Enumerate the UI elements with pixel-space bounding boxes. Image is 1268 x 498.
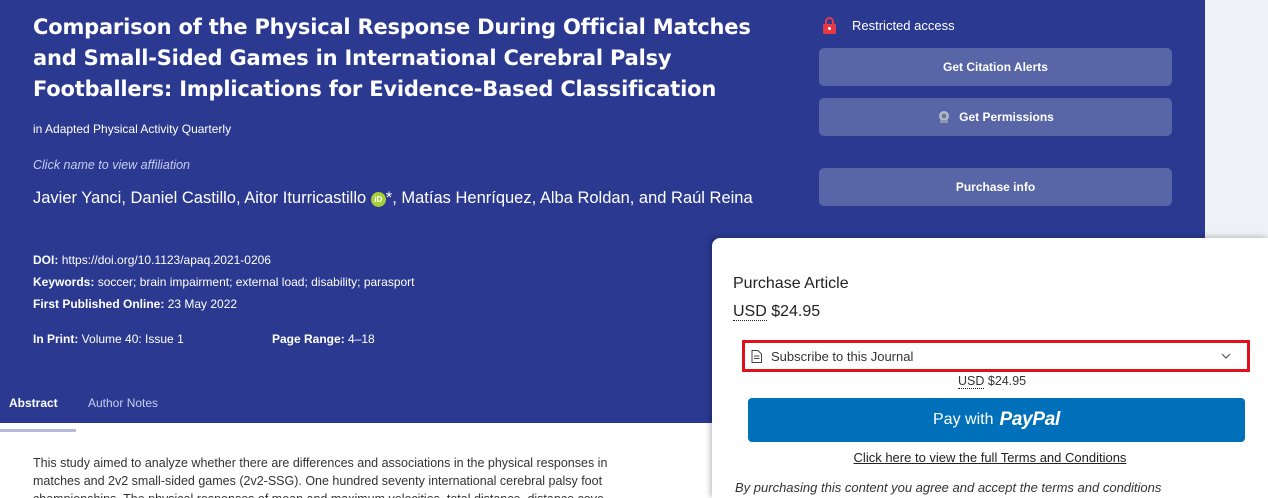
orcid-icon[interactable]: iD xyxy=(370,192,386,207)
selected-option: Subscribe to this Journal xyxy=(771,348,914,364)
article-title: Comparison of the Physical Response Duri… xyxy=(33,15,751,101)
print-value[interactable]: Volume 40: Issue 1 xyxy=(82,332,184,346)
abstract-line: matches and 2v2 small-sided games (2v2-S… xyxy=(33,474,603,488)
keywords-row: Keywords: soccer; brain impairment; exte… xyxy=(33,275,415,289)
paypal-logo: PayPal xyxy=(999,409,1060,430)
option-price-value: $24.95 xyxy=(987,374,1027,388)
purchase-panel: Purchase Article USD $24.95 Subscribe to… xyxy=(712,238,1268,498)
purchase-info-button[interactable]: Purchase info xyxy=(819,168,1172,206)
doi-link[interactable]: https://doi.org/10.1123/apaq.2021-0206 xyxy=(62,253,271,267)
permissions-label: Get Permissions xyxy=(959,110,1054,124)
published-label: First Published Online: xyxy=(33,297,165,311)
purchase-option-select[interactable]: Subscribe to this Journal xyxy=(742,340,1250,372)
authors-rest[interactable]: , Matías Henríquez, Alba Roldan, and Raú… xyxy=(392,189,752,207)
tab-author-notes[interactable]: Author Notes xyxy=(88,396,158,410)
author-list: Javier Yanci, Daniel Castillo, Aitor Itu… xyxy=(33,187,753,210)
page-range-row: Page Range: 4–18 xyxy=(272,332,375,346)
page-root: Comparison of the Physical Response Duri… xyxy=(0,0,1268,498)
chevron-down-icon xyxy=(1221,353,1231,359)
currency-code: USD xyxy=(733,303,767,321)
abstract-line: This study aimed to analyze whether ther… xyxy=(33,456,608,470)
price-value: $24.95 xyxy=(771,303,821,320)
purchase-title: Purchase Article xyxy=(733,275,849,292)
print-label: In Print: xyxy=(33,332,79,346)
purchase-price: USD $24.95 xyxy=(733,303,820,321)
abstract-line: championships. The physical responses of… xyxy=(33,490,718,498)
doi-row: DOI: https://doi.org/10.1123/apaq.2021-0… xyxy=(33,253,271,267)
option-currency-code: USD xyxy=(958,374,985,389)
page-range-value: 4–18 xyxy=(348,332,375,346)
terms-link[interactable]: Click here to view the full Terms and Co… xyxy=(712,450,1268,465)
lock-icon xyxy=(823,17,836,34)
restricted-access-label: Restricted access xyxy=(852,18,955,33)
journal-name[interactable]: in Adapted Physical Activity Quarterly xyxy=(33,122,231,136)
paypal-prefix: Pay with xyxy=(933,411,994,428)
affiliation-hint: Click name to view affiliation xyxy=(33,158,191,172)
citation-alerts-button[interactable]: Get Citation Alerts xyxy=(819,48,1172,86)
paypal-button[interactable]: Pay with PayPal xyxy=(748,398,1245,442)
page-range-label: Page Range: xyxy=(272,332,345,346)
published-row: First Published Online: 23 May 2022 xyxy=(33,297,237,311)
tab-abstract[interactable]: Abstract xyxy=(9,396,58,410)
option-price: USD $24.95 xyxy=(958,374,1027,389)
abstract-text: This study aimed to analyze whether ther… xyxy=(33,454,718,498)
keywords-value[interactable]: soccer; brain impairment; external load;… xyxy=(98,275,415,289)
citation-alerts-label: Get Citation Alerts xyxy=(943,60,1048,74)
published-value: 23 May 2022 xyxy=(167,297,238,311)
permissions-button[interactable]: Get Permissions xyxy=(819,98,1172,136)
purchase-info-label: Purchase info xyxy=(955,180,1036,194)
permissions-icon xyxy=(939,111,950,123)
print-row: In Print: Volume 40: Issue 1 xyxy=(33,332,184,346)
active-tab-indicator xyxy=(0,429,76,432)
authors-first[interactable]: Javier Yanci, Daniel Castillo, Aitor Itu… xyxy=(33,189,366,207)
document-icon xyxy=(751,349,762,363)
keywords-label: Keywords: xyxy=(33,275,95,289)
doi-label: DOI: xyxy=(33,253,59,267)
terms-note: By purchasing this content you agree and… xyxy=(735,480,1162,495)
